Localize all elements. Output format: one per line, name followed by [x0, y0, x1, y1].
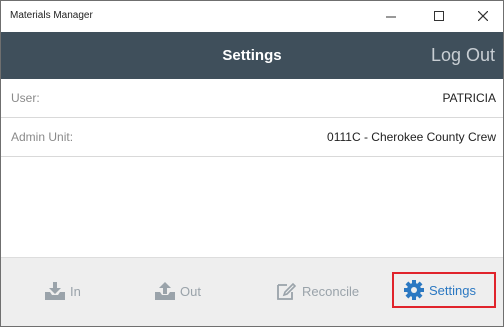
app-window: Materials Manager Settings Log Out User:…: [0, 0, 504, 327]
user-row: User: PATRICIA: [1, 79, 503, 118]
nav-in-button[interactable]: In: [45, 272, 81, 310]
edit-pencil-icon: [277, 282, 297, 300]
logout-button[interactable]: Log Out: [431, 32, 495, 79]
user-value: PATRICIA: [442, 91, 496, 105]
admin-unit-value: 0111C - Cherokee County Crew: [327, 130, 496, 144]
maximize-icon: [434, 11, 444, 21]
app-header: Settings Log Out: [1, 32, 503, 79]
minimize-button[interactable]: [371, 1, 411, 31]
upload-tray-icon: [155, 282, 175, 300]
nav-out-label: Out: [180, 283, 201, 299]
page-title: Settings: [222, 47, 282, 64]
nav-reconcile-button[interactable]: Reconcile: [276, 272, 359, 310]
close-button[interactable]: [463, 1, 503, 31]
admin-unit-row: Admin Unit: 0111C - Cherokee County Crew: [1, 118, 503, 157]
nav-out-button[interactable]: Out: [155, 272, 201, 310]
maximize-button[interactable]: [419, 1, 459, 31]
user-label: User:: [11, 91, 40, 105]
minimize-icon: [386, 16, 396, 18]
close-icon: [478, 11, 488, 21]
admin-unit-label: Admin Unit:: [11, 130, 74, 144]
nav-settings-label: Settings: [429, 282, 476, 298]
gear-icon: [404, 280, 424, 300]
nav-reconcile-label: Reconcile: [302, 283, 360, 299]
title-bar: Materials Manager: [1, 1, 503, 31]
bottom-nav: In Out Reconcile Settings: [1, 257, 503, 326]
nav-settings-button[interactable]: Settings: [392, 272, 496, 308]
nav-in-label: In: [70, 283, 81, 299]
window-title: Materials Manager: [10, 10, 93, 21]
download-tray-icon: [45, 282, 65, 300]
